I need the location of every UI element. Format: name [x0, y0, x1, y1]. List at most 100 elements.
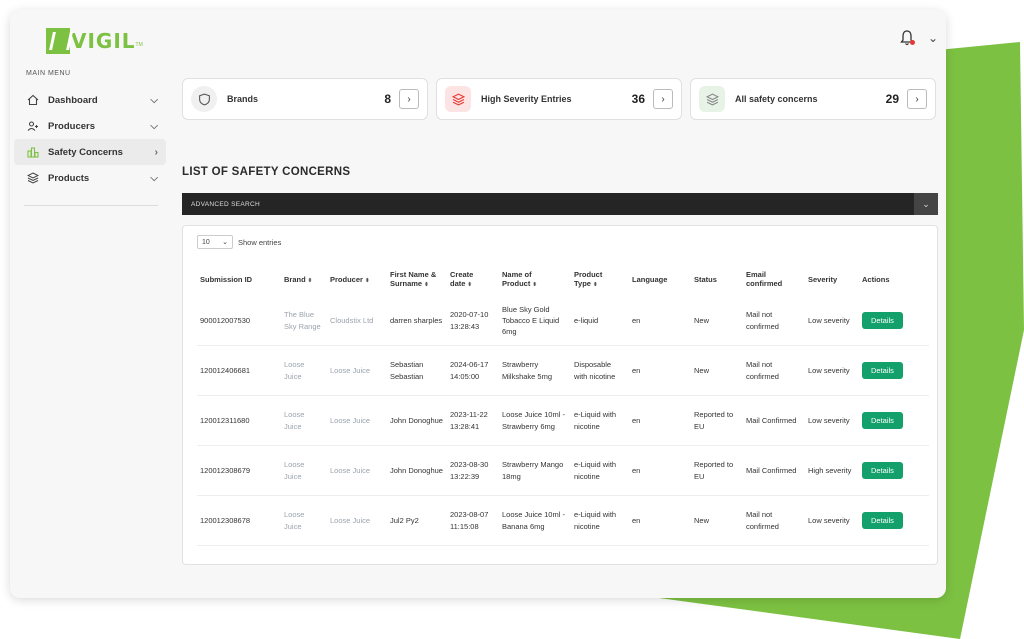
table-cell: 2023-08-30 13:22:39: [447, 446, 499, 496]
entries-control: 10 ⌄ Show entries: [197, 235, 281, 249]
chevron-right-icon[interactable]: ›: [653, 89, 673, 109]
app-window: VIGIL TM ⌄ MAIN MENU Dashboard ⌵ Produce…: [10, 10, 946, 598]
column-header[interactable]: Severity: [805, 262, 859, 296]
column-header[interactable]: First Name & Surname ⬍: [387, 262, 447, 296]
table-cell: 120012308679: [197, 446, 281, 496]
column-header[interactable]: Language: [629, 262, 691, 296]
sidebar-item-label: Products: [48, 172, 90, 184]
table-cell: [629, 546, 691, 564]
details-button[interactable]: Details: [862, 461, 903, 480]
card-brands: Brands 8 ›: [182, 78, 428, 120]
table-cell: High severity: [805, 446, 859, 496]
column-header[interactable]: Submission ID: [197, 262, 281, 296]
table-cell: Mail Confirmed: [743, 446, 805, 496]
card-label: Brands: [227, 94, 259, 104]
table-row[interactable]: 120012308679 Loose Juice Loose Juice John D…: [197, 446, 929, 496]
table-cell: Blue Sky Gold Tobacco E Liquid 6mg: [499, 296, 571, 346]
table-cell: Low severity: [805, 496, 859, 546]
table-cell: Low severity: [805, 296, 859, 346]
card-count: 8: [384, 92, 391, 106]
table-cell: Mail not confirmed: [743, 296, 805, 346]
table-cell: Loose Juice: [327, 446, 387, 496]
table-row[interactable]: 120012308678 Loose Juice Loose Juice Jul2 P…: [197, 496, 929, 546]
table-cell: Low: [805, 546, 859, 564]
chevron-right-icon[interactable]: ›: [907, 89, 927, 109]
logo-trademark: TM: [135, 42, 143, 48]
sidebar-item-producers[interactable]: Producers ⌵: [14, 113, 166, 139]
safety-concerns-table: Submission ID Brand ⬍ Producer ⬍ First Nam…: [197, 262, 929, 564]
table-cell: Low severity: [805, 396, 859, 446]
table-cell: en: [629, 496, 691, 546]
sidebar-item-dashboard[interactable]: Dashboard ⌵: [14, 87, 166, 113]
table-row[interactable]: 900012007530 The Blue Sky Range Cloudstix …: [197, 296, 929, 346]
column-header[interactable]: Email confirmed: [743, 262, 805, 296]
table-cell: Blue Raspberry: [499, 546, 571, 564]
table-cell: [691, 546, 743, 564]
table-cell: en: [629, 446, 691, 496]
table-cell: e-liquid: [571, 296, 629, 346]
sidebar-item-safety-concerns[interactable]: Safety Concerns ›: [14, 139, 166, 165]
notification-bell-icon[interactable]: [900, 30, 915, 46]
details-button[interactable]: Details: [862, 511, 903, 530]
sidebar-item-products[interactable]: Products ⌵: [14, 165, 166, 191]
column-header[interactable]: Status: [691, 262, 743, 296]
table-cell: en: [629, 296, 691, 346]
column-header: Actions: [862, 274, 890, 284]
chevron-right-icon: ›: [154, 146, 158, 158]
table-cell: Loose Juice 10ml - Banana 6mg: [499, 496, 571, 546]
details-button[interactable]: Details: [862, 361, 903, 380]
column-header[interactable]: Brand ⬍: [281, 262, 327, 296]
table-row[interactable]: 120012311680 Loose Juice Loose Juice John D…: [197, 396, 929, 446]
table-cell: 2024-06-17 14:05:00: [447, 346, 499, 396]
column-header[interactable]: Name of Product ⬍: [499, 262, 571, 296]
table-cell: Loose Juice 10ml - Strawberry 6mg: [499, 396, 571, 446]
topbar-actions: ⌄: [900, 30, 938, 46]
table-cell: 120012406681: [197, 346, 281, 396]
table-cell: Details: [859, 496, 929, 546]
table-cell: en: [629, 346, 691, 396]
table-cell: New: [691, 346, 743, 396]
table-cell: [387, 546, 447, 564]
vigil-logo[interactable]: VIGIL TM: [46, 28, 143, 54]
table-cell: New: [691, 296, 743, 346]
table-cell: Details: [859, 346, 929, 396]
logo-mark-icon: [46, 28, 70, 54]
column-header[interactable]: Product Type ⬍: [571, 262, 629, 296]
table-cell: Loose Juice: [281, 446, 327, 496]
details-button[interactable]: Details: [862, 411, 903, 430]
card-count: 29: [885, 92, 899, 106]
chevron-down-icon: ⌵: [150, 120, 158, 132]
card-label: High Severity Entries: [481, 94, 572, 104]
table-cell: Loose Juice: [281, 346, 327, 396]
column-header[interactable]: Producer ⬍: [327, 262, 387, 296]
table-cell: e-Liquid with nicotine: [571, 446, 629, 496]
table-cell: e-Liquid with nicotine: [571, 396, 629, 446]
table-cell: Disposable with nicotine: [571, 346, 629, 396]
table-cell: Mail: [743, 546, 805, 564]
sort-icon: ⬍: [364, 277, 370, 284]
table-cell: 2023-08-07 11:15:08: [447, 496, 499, 546]
card-count: 36: [631, 92, 645, 106]
table-cell: Details: [859, 446, 929, 496]
column-header[interactable]: Create date ⬍: [447, 262, 499, 296]
table-cell: John Donoghue: [387, 446, 447, 496]
user-menu-chevron-down-icon[interactable]: ⌄: [928, 31, 938, 45]
table-cell: Reported to EU: [691, 396, 743, 446]
table-panel: 10 ⌄ Show entries Submission ID Brand ⬍ P…: [182, 225, 938, 565]
advanced-search-bar[interactable]: ADVANCED SEARCH ⌄: [182, 193, 938, 215]
sort-icon: ⬍: [467, 282, 473, 288]
table-cell: Low severity: [805, 346, 859, 396]
table-row[interactable]: 120012406681 Loose Juice Loose Juice Sebast…: [197, 346, 929, 396]
table-cell: Strawberry Milkshake 5mg: [499, 346, 571, 396]
table-cell: Loose Juice: [327, 396, 387, 446]
chevron-down-icon: ⌵: [150, 172, 158, 184]
table-cell: Cloudstix Ltd: [327, 296, 387, 346]
entries-label: Show entries: [238, 237, 282, 247]
table-row[interactable]: Loose 2023-08-Blue Raspberrye-Liquid MailL…: [197, 546, 929, 564]
card-high-severity: High Severity Entries 36 ›: [436, 78, 682, 120]
card-all-safety-concerns: All safety concerns 29 ›: [690, 78, 936, 120]
details-button[interactable]: Details: [862, 311, 903, 330]
chevron-right-icon[interactable]: ›: [399, 89, 419, 109]
entries-select[interactable]: 10 ⌄: [197, 235, 233, 249]
chevron-down-icon[interactable]: ⌄: [914, 193, 938, 215]
